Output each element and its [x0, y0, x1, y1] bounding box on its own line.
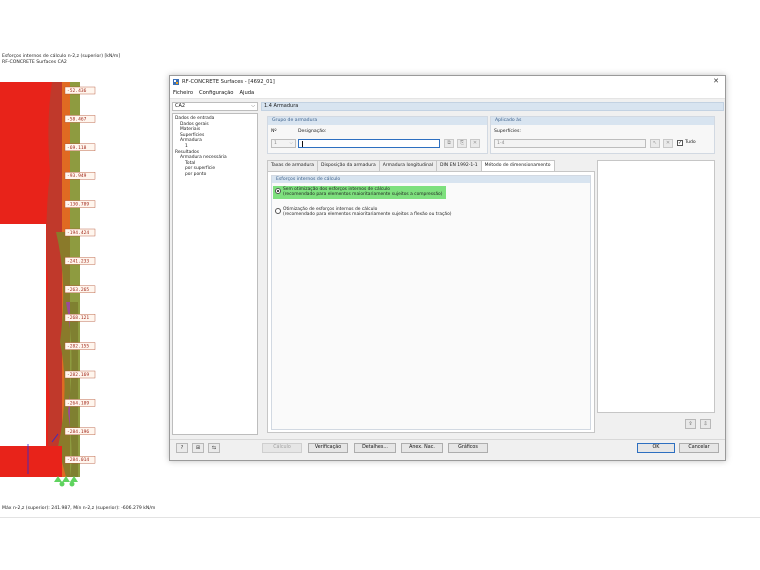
text-caret — [302, 141, 303, 147]
applied-to-panel: Aplicado às Superfícies: 1-4 ↖ ✕ ✓ Tudo — [490, 116, 715, 154]
window-title: RF-CONCRETE Surfaces - [4692_01] — [182, 79, 275, 85]
check-button[interactable]: Verificação — [308, 443, 348, 453]
contour-label: -69.118 — [67, 145, 87, 151]
chevron-down-icon: ⌵ — [289, 141, 293, 146]
option1-note: (recomendado para elementos maioritariam… — [283, 192, 443, 198]
tab-din-en-1992[interactable]: DIN EN 1992-1-1 — [436, 160, 482, 171]
contour-label: -282.155 — [67, 344, 89, 350]
contour-label: -263.265 — [67, 287, 89, 293]
ok-button[interactable]: OK — [637, 443, 675, 453]
tab-reinforcement-ratios[interactable]: Taxas de armadura — [267, 160, 318, 171]
chevron-down-icon: ⌵ — [251, 103, 255, 109]
select-icon[interactable]: ↖ — [650, 139, 660, 148]
reinforcement-group-panel: Grupo de armadura Nº Designação: 1 ⌵ ⧉ ⎘… — [267, 116, 488, 154]
help-icon[interactable]: ? — [176, 443, 188, 453]
surfaces-input[interactable]: 1-4 — [494, 139, 646, 148]
app-icon — [173, 79, 179, 85]
status-divider — [0, 517, 760, 518]
info-panel — [597, 160, 715, 413]
option-optimization[interactable]: Otimização de esforços internos de cálcu… — [275, 207, 452, 218]
contour-label: -241.233 — [67, 258, 89, 264]
tab-longitudinal-reinforcement[interactable]: Armadura longitudinal — [378, 160, 438, 171]
surfaces-label: Superfícies: — [494, 129, 521, 134]
design-forces-group: Esforços internos de cálculo Sem otimiza… — [271, 175, 591, 430]
delete-icon[interactable]: ✕ — [470, 139, 480, 148]
radio-optimization[interactable] — [275, 208, 281, 214]
clear-icon[interactable]: ✕ — [663, 139, 673, 148]
contour-label: -52.436 — [67, 88, 87, 94]
export-icon[interactable]: ⇪ — [685, 419, 696, 429]
contour-label: -284.196 — [67, 429, 89, 435]
contour-label: -268.121 — [67, 315, 89, 321]
contour-label: -130.789 — [67, 202, 89, 208]
opening — [0, 224, 46, 446]
page-title: 1.4 Armadura — [261, 102, 724, 111]
navigator-tree: Dados de entrada Dados gerais Materiais Sup… — [172, 113, 258, 435]
applied-to-title: Aplicado às — [491, 117, 714, 125]
radio-no-optimization[interactable] — [275, 188, 281, 194]
menu-file[interactable]: Ficheiro — [173, 90, 193, 96]
model-caption-title: Esforços internos de cálculo n-2,z (supe… — [2, 54, 121, 59]
all-checkbox[interactable]: ✓ — [677, 140, 683, 146]
surfaces-value: 1-4 — [497, 141, 505, 146]
contour-label: -58.467 — [67, 116, 87, 122]
contour-label: -284.014 — [67, 457, 89, 463]
import-icon[interactable]: ⇩ — [700, 419, 711, 429]
bottom-strip — [0, 446, 62, 477]
design-method-page: Esforços internos de cálculo Sem otimiza… — [267, 171, 595, 433]
new-icon[interactable]: ⎘ — [457, 139, 467, 148]
no-label: Nº — [271, 129, 277, 134]
tab-reinforcement-layout[interactable]: Disposição da armadura — [317, 160, 380, 171]
option2-note: (recomendado para elementos maioritariam… — [283, 212, 452, 218]
contour-band-darkred — [46, 82, 62, 477]
units-icon[interactable]: ⊞ — [192, 443, 204, 453]
result-contour-plot: -52.436 -58.467 -69.118 -93.949 -130.789 -194… — [0, 82, 96, 487]
contour-label: -194.424 — [67, 230, 89, 236]
copy-icon[interactable]: ⧉ — [444, 139, 454, 148]
all-label: Tudo — [685, 140, 696, 145]
screen: Esforços internos de cálculo n-2,z (supe… — [0, 0, 760, 570]
menu-bar: Ficheiro Configuração Ajuda — [170, 88, 725, 99]
tree-item[interactable]: por ponto — [175, 172, 255, 178]
extreme-values-caption: Máx n-2,z (superior): 241.987, Mín n-2,z… — [2, 506, 156, 511]
designation-input[interactable] — [298, 139, 440, 148]
title-bar: RF-CONCRETE Surfaces - [4692_01] ✕ — [170, 76, 725, 88]
case-select[interactable]: CA2 ⌵ — [172, 102, 258, 111]
design-forces-title: Esforços internos de cálculo — [272, 176, 590, 183]
option-no-optimization[interactable]: Sem otimização dos esforços internos de … — [273, 186, 447, 199]
group-number-select[interactable]: 1 ⌵ — [271, 139, 296, 148]
contour-label: -93.949 — [67, 173, 87, 179]
designation-label: Designação: — [298, 129, 327, 134]
tab-bar: Taxas de armadura Disposição da armadura… — [267, 160, 555, 172]
close-icon[interactable]: ✕ — [713, 77, 719, 85]
cancel-button[interactable]: Cancelar — [679, 443, 719, 453]
model-caption-module: RF-CONCRETE Surfaces CA2 — [2, 60, 67, 65]
settings-icon[interactable]: ⇆ — [208, 443, 220, 453]
support-icons — [54, 476, 78, 487]
calculation-button[interactable]: Cálculo — [262, 443, 302, 453]
contour-band-green — [70, 82, 80, 477]
rf-concrete-dialog: RF-CONCRETE Surfaces - [4692_01] ✕ Fiche… — [169, 75, 726, 461]
graphics-button[interactable]: Gráficos — [448, 443, 488, 453]
reinforcement-group-title: Grupo de armadura — [268, 117, 487, 125]
details-button[interactable]: Detalhes... — [354, 443, 396, 453]
group-number-value: 1 — [274, 141, 277, 146]
national-annex-button[interactable]: Anex. Nac. — [401, 443, 443, 453]
menu-settings[interactable]: Configuração — [199, 90, 233, 96]
menu-help[interactable]: Ajuda — [239, 90, 254, 96]
contour-label: -282.169 — [67, 372, 89, 378]
contour-label: -264.189 — [67, 400, 89, 406]
case-select-value: CA2 — [175, 103, 186, 109]
footer-divider — [170, 439, 725, 440]
